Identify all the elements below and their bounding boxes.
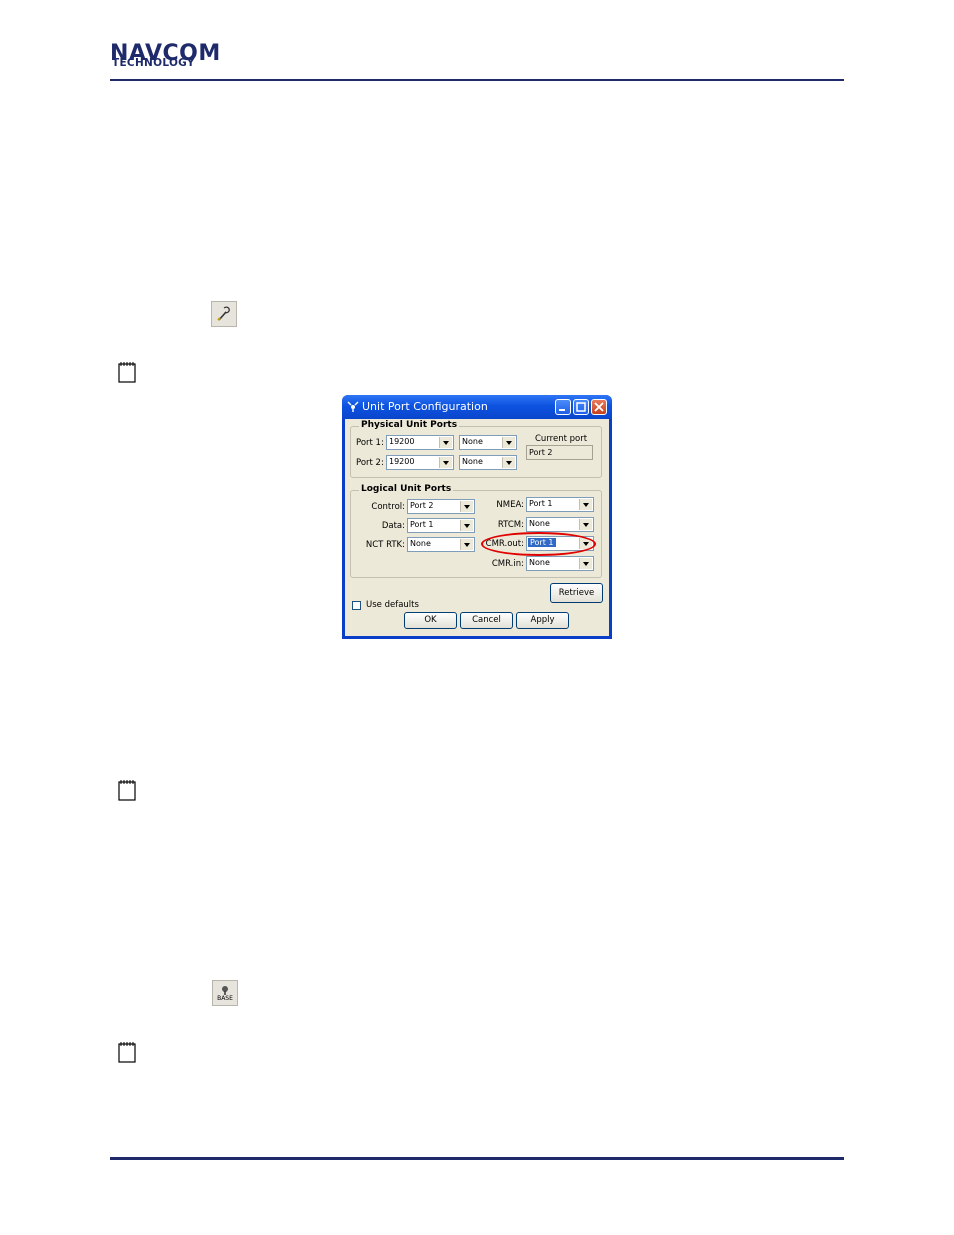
- port1-mode-value: None: [462, 437, 483, 446]
- chevron-down-icon: [439, 437, 452, 448]
- port2-label: Port 2:: [356, 458, 384, 468]
- port1-baud-value: 19200: [389, 437, 415, 446]
- ok-button[interactable]: OK: [404, 612, 457, 629]
- chevron-down-icon: [502, 457, 515, 468]
- apply-button[interactable]: Apply: [516, 612, 569, 629]
- rtcm-select[interactable]: None: [526, 517, 594, 532]
- data-select[interactable]: Port 1: [407, 518, 475, 533]
- header-rule: [110, 79, 844, 81]
- dialog-title: Unit Port Configuration: [362, 400, 488, 413]
- close-button[interactable]: [591, 399, 607, 415]
- maximize-icon: [576, 402, 586, 412]
- rtcm-label: RTCM:: [497, 520, 524, 530]
- rtcm-value: None: [529, 519, 550, 528]
- port1-mode-select[interactable]: None: [459, 435, 517, 450]
- wrench-icon: [217, 306, 230, 321]
- retrieve-button[interactable]: Retrieve: [550, 583, 603, 603]
- note-icon: [118, 1042, 136, 1063]
- unit-port-configuration-dialog: Unit Port Configuration Physical Unit Po…: [342, 395, 612, 639]
- control-value: Port 2: [410, 501, 434, 510]
- base-icon-label: BASE: [217, 994, 233, 1002]
- cmr-in-label: CMR.in:: [491, 559, 524, 569]
- footer-rule: [110, 1157, 844, 1160]
- chevron-down-icon: [460, 539, 473, 550]
- nmea-label: NMEA:: [496, 500, 524, 510]
- cmr-out-highlight-annotation: [481, 532, 596, 556]
- cancel-button[interactable]: Cancel: [460, 612, 513, 629]
- current-port-value: Port 2: [529, 448, 553, 457]
- note-icon: [118, 780, 136, 801]
- port1-label: Port 1:: [356, 438, 384, 448]
- antenna-icon: [222, 985, 228, 995]
- cmr-in-select[interactable]: None: [526, 556, 594, 571]
- base-toolbar-icon[interactable]: BASE: [212, 980, 238, 1006]
- minimize-icon: [559, 409, 565, 411]
- current-port-label: Current port: [535, 434, 588, 444]
- chevron-down-icon: [579, 558, 592, 569]
- physical-ports-label: Physical Unit Ports: [359, 420, 460, 430]
- chevron-down-icon: [502, 437, 515, 448]
- port1-baud-select[interactable]: 19200: [386, 435, 454, 450]
- chevron-down-icon: [460, 501, 473, 512]
- satellite-icon: [347, 401, 359, 412]
- chevron-down-icon: [579, 519, 592, 530]
- maximize-button[interactable]: [573, 399, 589, 415]
- nmea-value: Port 1: [529, 499, 553, 508]
- control-select[interactable]: Port 2: [407, 499, 475, 514]
- nmea-select[interactable]: Port 1: [526, 497, 594, 512]
- logical-ports-label: Logical Unit Ports: [359, 484, 454, 494]
- nct-rtk-select[interactable]: None: [407, 537, 475, 552]
- port2-mode-select[interactable]: None: [459, 455, 517, 470]
- close-icon: [594, 402, 604, 412]
- chevron-down-icon: [460, 520, 473, 531]
- data-value: Port 1: [410, 520, 434, 529]
- cmr-in-value: None: [529, 558, 550, 567]
- nct-rtk-value: None: [410, 539, 431, 548]
- control-label: Control:: [371, 502, 405, 512]
- port2-mode-value: None: [462, 457, 483, 466]
- port2-baud-select[interactable]: 19200: [386, 455, 454, 470]
- use-defaults-checkbox[interactable]: [352, 601, 361, 610]
- minimize-button[interactable]: [555, 399, 571, 415]
- chevron-down-icon: [579, 499, 592, 510]
- current-port-field: Port 2: [526, 445, 593, 460]
- chevron-down-icon: [439, 457, 452, 468]
- port2-baud-value: 19200: [389, 457, 415, 466]
- logo-sub: TECHNOLOGY: [112, 57, 195, 69]
- use-defaults-label: Use defaults: [366, 600, 419, 610]
- note-icon: [118, 362, 136, 383]
- dialog-client-area: Physical Unit Ports Port 1: 19200 None P…: [345, 419, 609, 636]
- data-label: Data:: [381, 521, 405, 531]
- nct-rtk-label: NCT RTK:: [365, 540, 405, 550]
- port-config-toolbar-icon[interactable]: [211, 301, 237, 327]
- dialog-titlebar[interactable]: Unit Port Configuration: [342, 395, 612, 419]
